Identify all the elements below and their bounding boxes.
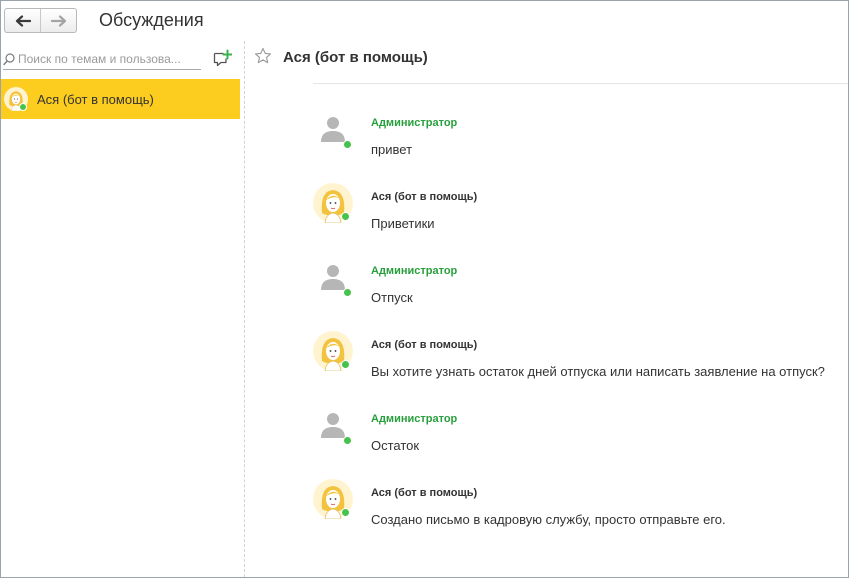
discussions-window: Обсуждения Поиск по темам и пользова... … <box>0 0 849 578</box>
conversation-item-asya[interactable]: Ася (бот в помощь) <box>1 79 240 119</box>
message: Администратор Остаток <box>313 405 843 479</box>
add-chat-icon <box>213 49 233 67</box>
search-input[interactable] <box>15 52 198 66</box>
message-text: Остаток <box>371 438 420 453</box>
message-text: Приветики <box>371 216 435 231</box>
online-status-dot <box>341 212 350 221</box>
arrow-right-icon <box>50 14 66 27</box>
avatar <box>313 405 353 445</box>
message: Администратор привет <box>313 109 843 183</box>
message-text: Отпуск <box>371 290 413 305</box>
message: Ася (бот в помощь) Вы хотите узнать оста… <box>313 331 843 405</box>
page-title: Обсуждения <box>99 10 204 30</box>
online-status-dot <box>343 288 352 297</box>
online-status-dot <box>19 103 27 111</box>
message-author: Ася (бот в помощь) <box>371 487 478 499</box>
chat-header: Ася (бот в помощь) <box>254 41 848 83</box>
avatar <box>4 87 28 112</box>
search-icon <box>3 52 15 65</box>
search-box <box>3 49 201 70</box>
back-button[interactable] <box>5 9 40 32</box>
avatar <box>313 479 353 520</box>
online-status-dot <box>343 436 352 445</box>
navigation-buttons <box>4 8 77 33</box>
forward-button[interactable] <box>40 9 76 32</box>
message-text: привет <box>371 142 413 157</box>
message-author: Ася (бот в помощь) <box>371 339 478 351</box>
arrow-left-icon <box>15 14 31 27</box>
conversation-label: Ася (бот в помощь) <box>37 91 154 107</box>
discussion-sidebar: Ася (бот в помощь) <box>1 41 245 577</box>
star-icon[interactable] <box>254 47 272 65</box>
message-author: Администратор <box>371 413 458 425</box>
message-author: Ася (бот в помощь) <box>371 191 478 203</box>
avatar <box>313 257 353 297</box>
message-text: Создано письмо в кадровую службу, просто… <box>371 512 726 527</box>
message: Ася (бот в помощь) Создано письмо в кадр… <box>313 479 843 553</box>
message: Администратор Отпуск <box>313 257 843 331</box>
message: Ася (бот в помощь) Приветики <box>313 183 843 257</box>
message-text: Вы хотите узнать остаток дней отпуска ил… <box>371 364 825 379</box>
message-author: Администратор <box>371 117 458 129</box>
avatar <box>313 331 353 372</box>
new-discussion-button[interactable] <box>212 49 233 69</box>
online-status-dot <box>341 508 350 517</box>
chat-title: Ася (бот в помощь) <box>283 49 428 66</box>
message-author: Администратор <box>371 265 458 277</box>
online-status-dot <box>343 140 352 149</box>
header-divider <box>313 83 848 84</box>
online-status-dot <box>341 360 350 369</box>
avatar <box>313 109 353 149</box>
message-list: Администратор привет Ася (бот в помощь) … <box>313 109 843 553</box>
avatar <box>313 183 353 224</box>
